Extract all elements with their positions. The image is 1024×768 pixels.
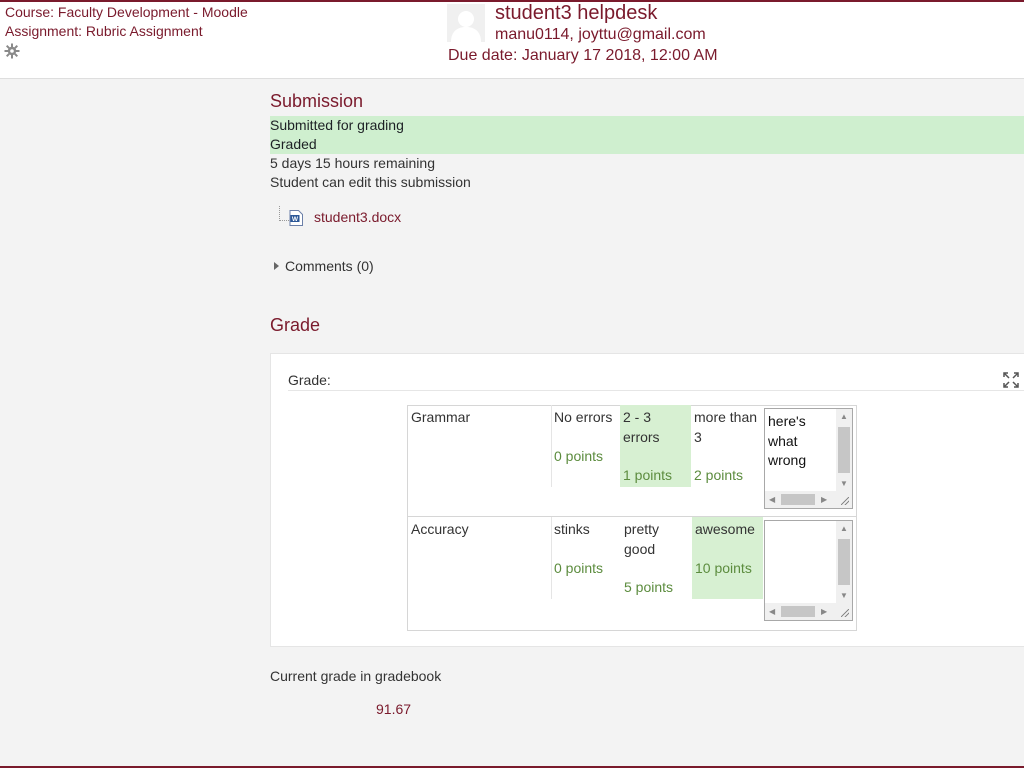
resize-grip-icon[interactable] <box>836 491 852 508</box>
comments-toggle[interactable]: Comments (0) <box>274 258 374 274</box>
remark-textarea[interactable]: ▲ ▼ ◀ ▶ <box>764 520 853 621</box>
scroll-up-arrow-icon[interactable]: ▲ <box>840 525 848 533</box>
status-graded: Graded <box>270 135 1024 154</box>
level-definition: 2 - 3 errors <box>623 409 660 445</box>
level-definition: No errors <box>554 409 613 425</box>
scroll-left-arrow-icon[interactable]: ◀ <box>769 495 775 504</box>
word-document-icon: W <box>289 210 303 226</box>
scroll-left-arrow-icon[interactable]: ◀ <box>769 607 775 616</box>
grade-heading: Grade <box>270 315 321 335</box>
scroll-up-arrow-icon[interactable]: ▲ <box>840 413 848 421</box>
level-definition: awesome <box>695 521 755 537</box>
level-separator <box>551 517 552 599</box>
scroll-down-arrow-icon[interactable]: ▼ <box>840 592 848 600</box>
level-points: 0 points <box>554 448 604 464</box>
vertical-scrollbar[interactable]: ▲ ▼ <box>836 521 852 603</box>
time-remaining: 5 days 15 hours remaining <box>270 155 435 171</box>
submission-heading: Submission <box>270 91 364 111</box>
due-date: Due date: January 17 2018, 12:00 AM <box>448 47 718 64</box>
svg-text:W: W <box>292 216 299 223</box>
file-tree-line <box>279 206 289 221</box>
criterion-name: Grammar <box>411 409 471 425</box>
current-grade-label: Current grade in gradebook <box>270 668 442 684</box>
assignment-link[interactable]: Assignment: Rubric Assignment <box>5 23 203 39</box>
resize-grip-icon[interactable] <box>836 603 852 620</box>
scroll-thumb[interactable] <box>838 539 850 585</box>
level-separator <box>551 405 552 487</box>
rubric-level[interactable]: pretty good 5 points <box>621 517 692 599</box>
grade-divider <box>288 390 1024 391</box>
user-name[interactable]: student3 helpdesk <box>495 2 657 25</box>
level-definition: more than 3 <box>694 409 758 445</box>
remark-textarea[interactable]: here's what wrong ▲ ▼ ◀ ▶ <box>764 408 853 509</box>
level-points: 0 points <box>554 560 604 576</box>
user-avatar[interactable] <box>447 4 485 42</box>
user-silhouette-icon <box>447 4 485 42</box>
grade-label: Grade: <box>288 372 331 388</box>
scroll-right-arrow-icon[interactable]: ▶ <box>821 495 827 504</box>
remark-text: here's what wrong <box>768 413 810 468</box>
rubric-level-selected[interactable]: 2 - 3 errors 1 points <box>620 405 691 487</box>
current-grade-value[interactable]: 91.67 <box>376 701 411 717</box>
level-definition: pretty good <box>624 521 660 557</box>
rubric-level[interactable]: No errors 0 points <box>551 405 620 487</box>
level-definition: stinks <box>554 521 590 537</box>
level-points: 1 points <box>623 467 673 483</box>
course-link[interactable]: Course: Faculty Development - Moodle <box>5 4 248 20</box>
level-points: 2 points <box>694 467 744 483</box>
scroll-right-arrow-icon[interactable]: ▶ <box>821 607 827 616</box>
scroll-thumb[interactable] <box>781 606 815 617</box>
user-emails: manu0114, joyttu@gmail.com <box>495 26 706 43</box>
scroll-thumb[interactable] <box>781 494 815 505</box>
gear-icon[interactable] <box>4 43 20 59</box>
page-header: Course: Faculty Development - Moodle Ass… <box>0 2 1024 79</box>
horizontal-scrollbar[interactable]: ◀ ▶ <box>765 603 837 620</box>
rubric-level[interactable]: more than 3 2 points <box>691 405 763 487</box>
level-points: 5 points <box>624 579 674 595</box>
status-submitted: Submitted for grading <box>270 116 1024 135</box>
triangle-right-icon <box>274 262 279 271</box>
scroll-thumb[interactable] <box>838 427 850 473</box>
fullscreen-icon[interactable] <box>1003 372 1019 388</box>
comments-label: Comments (0) <box>285 258 374 274</box>
scroll-down-arrow-icon[interactable]: ▼ <box>840 480 848 488</box>
level-points: 10 points <box>695 560 752 576</box>
rubric-level[interactable]: stinks 0 points <box>551 517 621 599</box>
criterion-name: Accuracy <box>411 521 469 537</box>
submitted-file-link[interactable]: student3.docx <box>314 209 401 225</box>
vertical-scrollbar[interactable]: ▲ ▼ <box>836 409 852 491</box>
edit-status: Student can edit this submission <box>270 174 471 190</box>
horizontal-scrollbar[interactable]: ◀ ▶ <box>765 491 837 508</box>
rubric-level-selected[interactable]: awesome 10 points <box>692 517 763 599</box>
